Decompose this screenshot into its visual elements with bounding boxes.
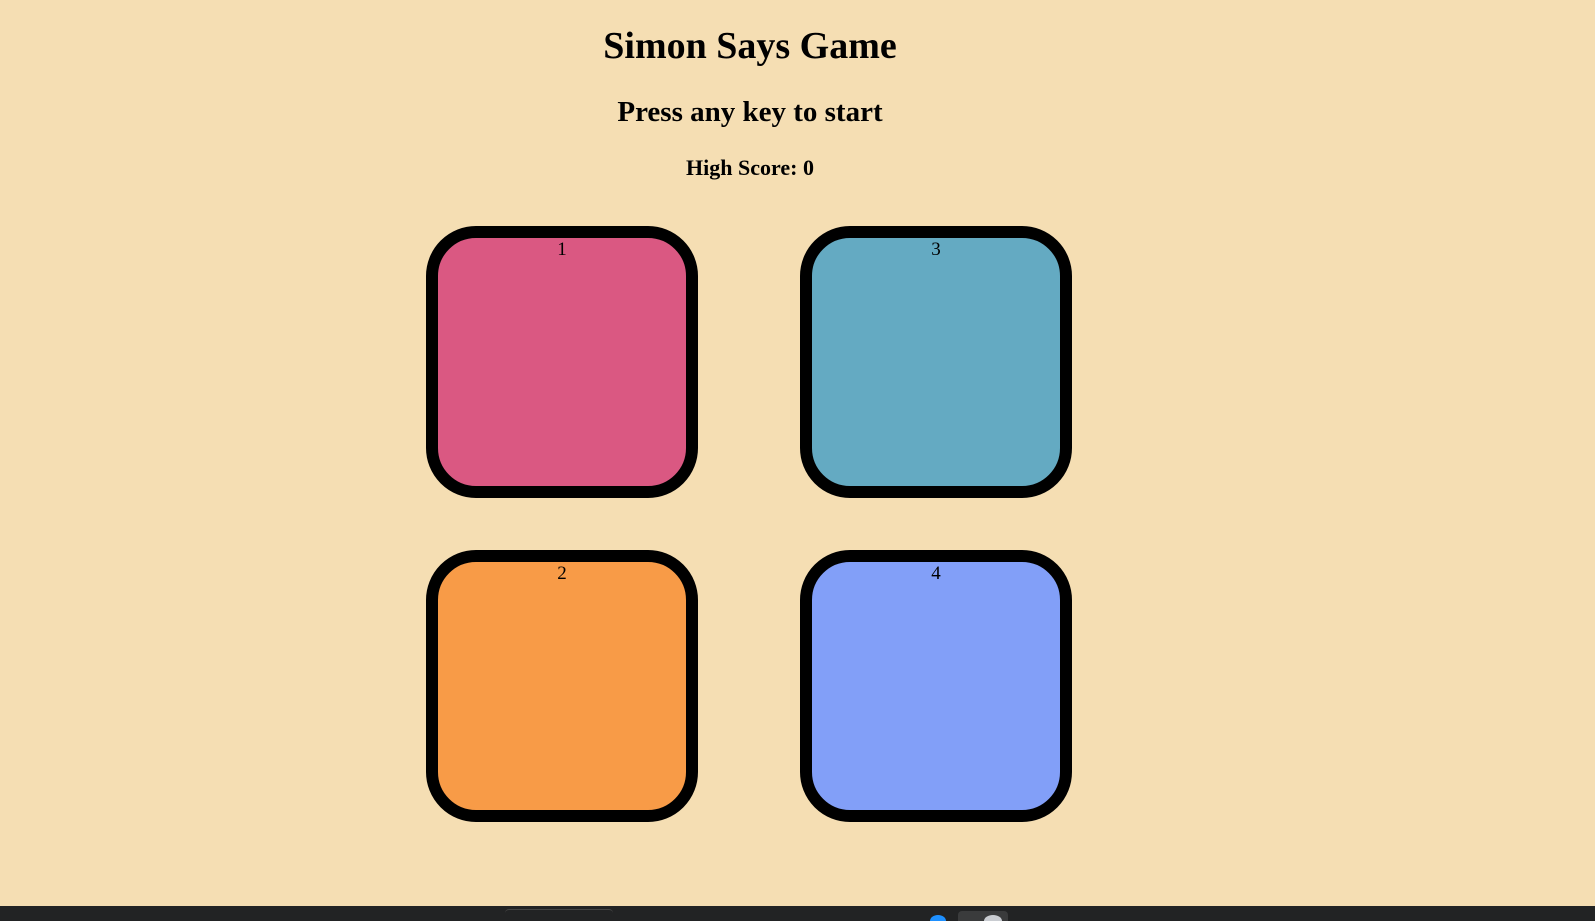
- simon-button-4[interactable]: 4: [800, 550, 1072, 822]
- game-page: Simon Says Game Press any key to start H…: [0, 0, 1595, 906]
- taskbar-tab[interactable]: [505, 909, 613, 921]
- high-score: High Score: 0: [686, 155, 814, 180]
- app-icon[interactable]: [930, 915, 946, 921]
- profile-icon[interactable]: [984, 915, 1002, 921]
- simon-button-3[interactable]: 3: [800, 226, 1072, 498]
- page-title: Simon Says Game: [603, 25, 897, 67]
- button-number: 3: [931, 239, 941, 260]
- game-status: Press any key to start: [617, 96, 883, 128]
- taskbar: [0, 906, 1595, 921]
- button-number: 4: [931, 563, 941, 584]
- button-number: 2: [557, 563, 567, 584]
- simon-button-2[interactable]: 2: [426, 550, 698, 822]
- simon-button-1[interactable]: 1: [426, 226, 698, 498]
- button-number: 1: [557, 239, 567, 260]
